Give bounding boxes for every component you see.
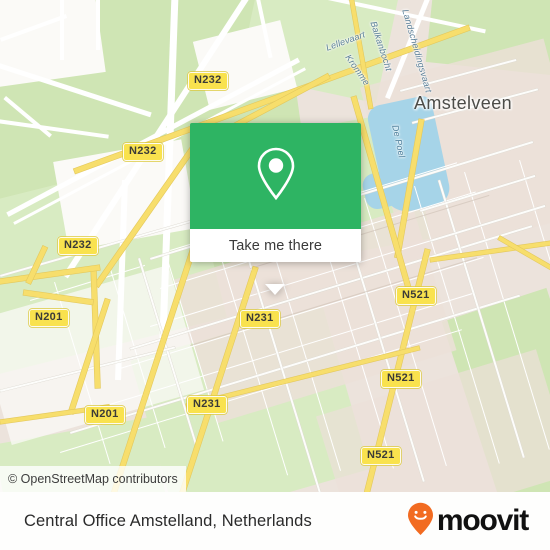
road-shield: N521 <box>361 447 401 465</box>
road-shield: N201 <box>29 309 69 327</box>
road-shield: N232 <box>123 143 163 161</box>
road-shield: N231 <box>187 396 227 414</box>
map-canvas[interactable]: Amstelveen Lellevaart Kromme Balkanbocht… <box>0 0 550 492</box>
road-shield: N232 <box>58 237 98 255</box>
location-pin-icon <box>254 146 298 207</box>
take-me-there-button[interactable]: Take me there <box>190 229 361 262</box>
road-shield: N201 <box>85 406 125 424</box>
attribution-text: © OpenStreetMap contributors <box>8 472 178 486</box>
popup-pin-area <box>190 123 361 229</box>
road-shield: N231 <box>240 310 280 328</box>
attribution-bar[interactable]: © OpenStreetMap contributors <box>0 466 186 492</box>
take-me-there-label: Take me there <box>228 237 323 254</box>
road-shield: N232 <box>188 72 228 90</box>
moovit-wordmark: moovit <box>436 504 529 537</box>
popup-tail <box>265 284 285 295</box>
place-title: Central Office Amstelland, Netherlands <box>24 511 312 530</box>
moovit-logo[interactable]: moovit <box>407 502 529 541</box>
road-shield: N521 <box>381 370 421 388</box>
moovit-smile-pin-icon <box>407 502 434 541</box>
map-screenshot: Amstelveen Lellevaart Kromme Balkanbocht… <box>0 0 550 550</box>
bottom-info-bar: Central Office Amstelland, Netherlands m… <box>0 492 550 550</box>
location-popup-card[interactable]: Take me there <box>190 123 361 295</box>
road-shield: N521 <box>396 287 436 305</box>
